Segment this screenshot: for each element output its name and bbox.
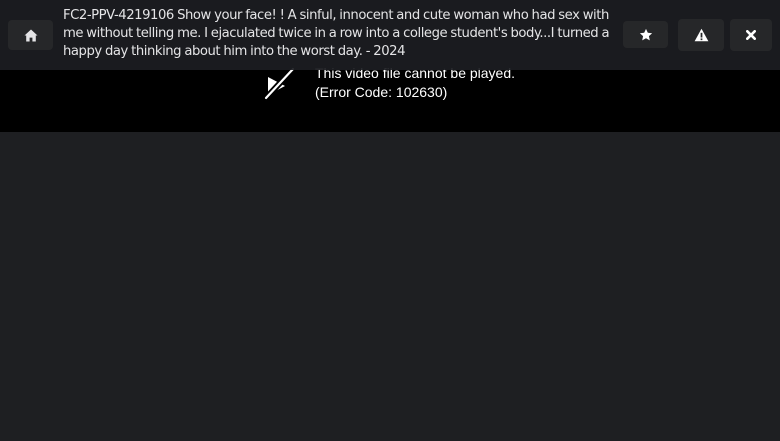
top-bar: FC2-PPV-4219106 Show your face! ! A sinf…: [0, 0, 780, 70]
error-code: (Error Code: 102630): [315, 84, 448, 100]
close-button[interactable]: [730, 19, 772, 51]
close-icon: [746, 30, 756, 40]
video-off-icon: [263, 66, 296, 100]
favorite-button[interactable]: [623, 21, 668, 48]
warning-icon: [694, 28, 708, 42]
star-icon: [639, 28, 652, 40]
page: This video file cannot be played. (Error…: [0, 0, 780, 441]
home-icon: [24, 29, 37, 41]
home-button[interactable]: [8, 20, 53, 50]
report-button[interactable]: [678, 19, 724, 51]
video-title: FC2-PPV-4219106 Show your face! ! A sinf…: [63, 8, 610, 59]
